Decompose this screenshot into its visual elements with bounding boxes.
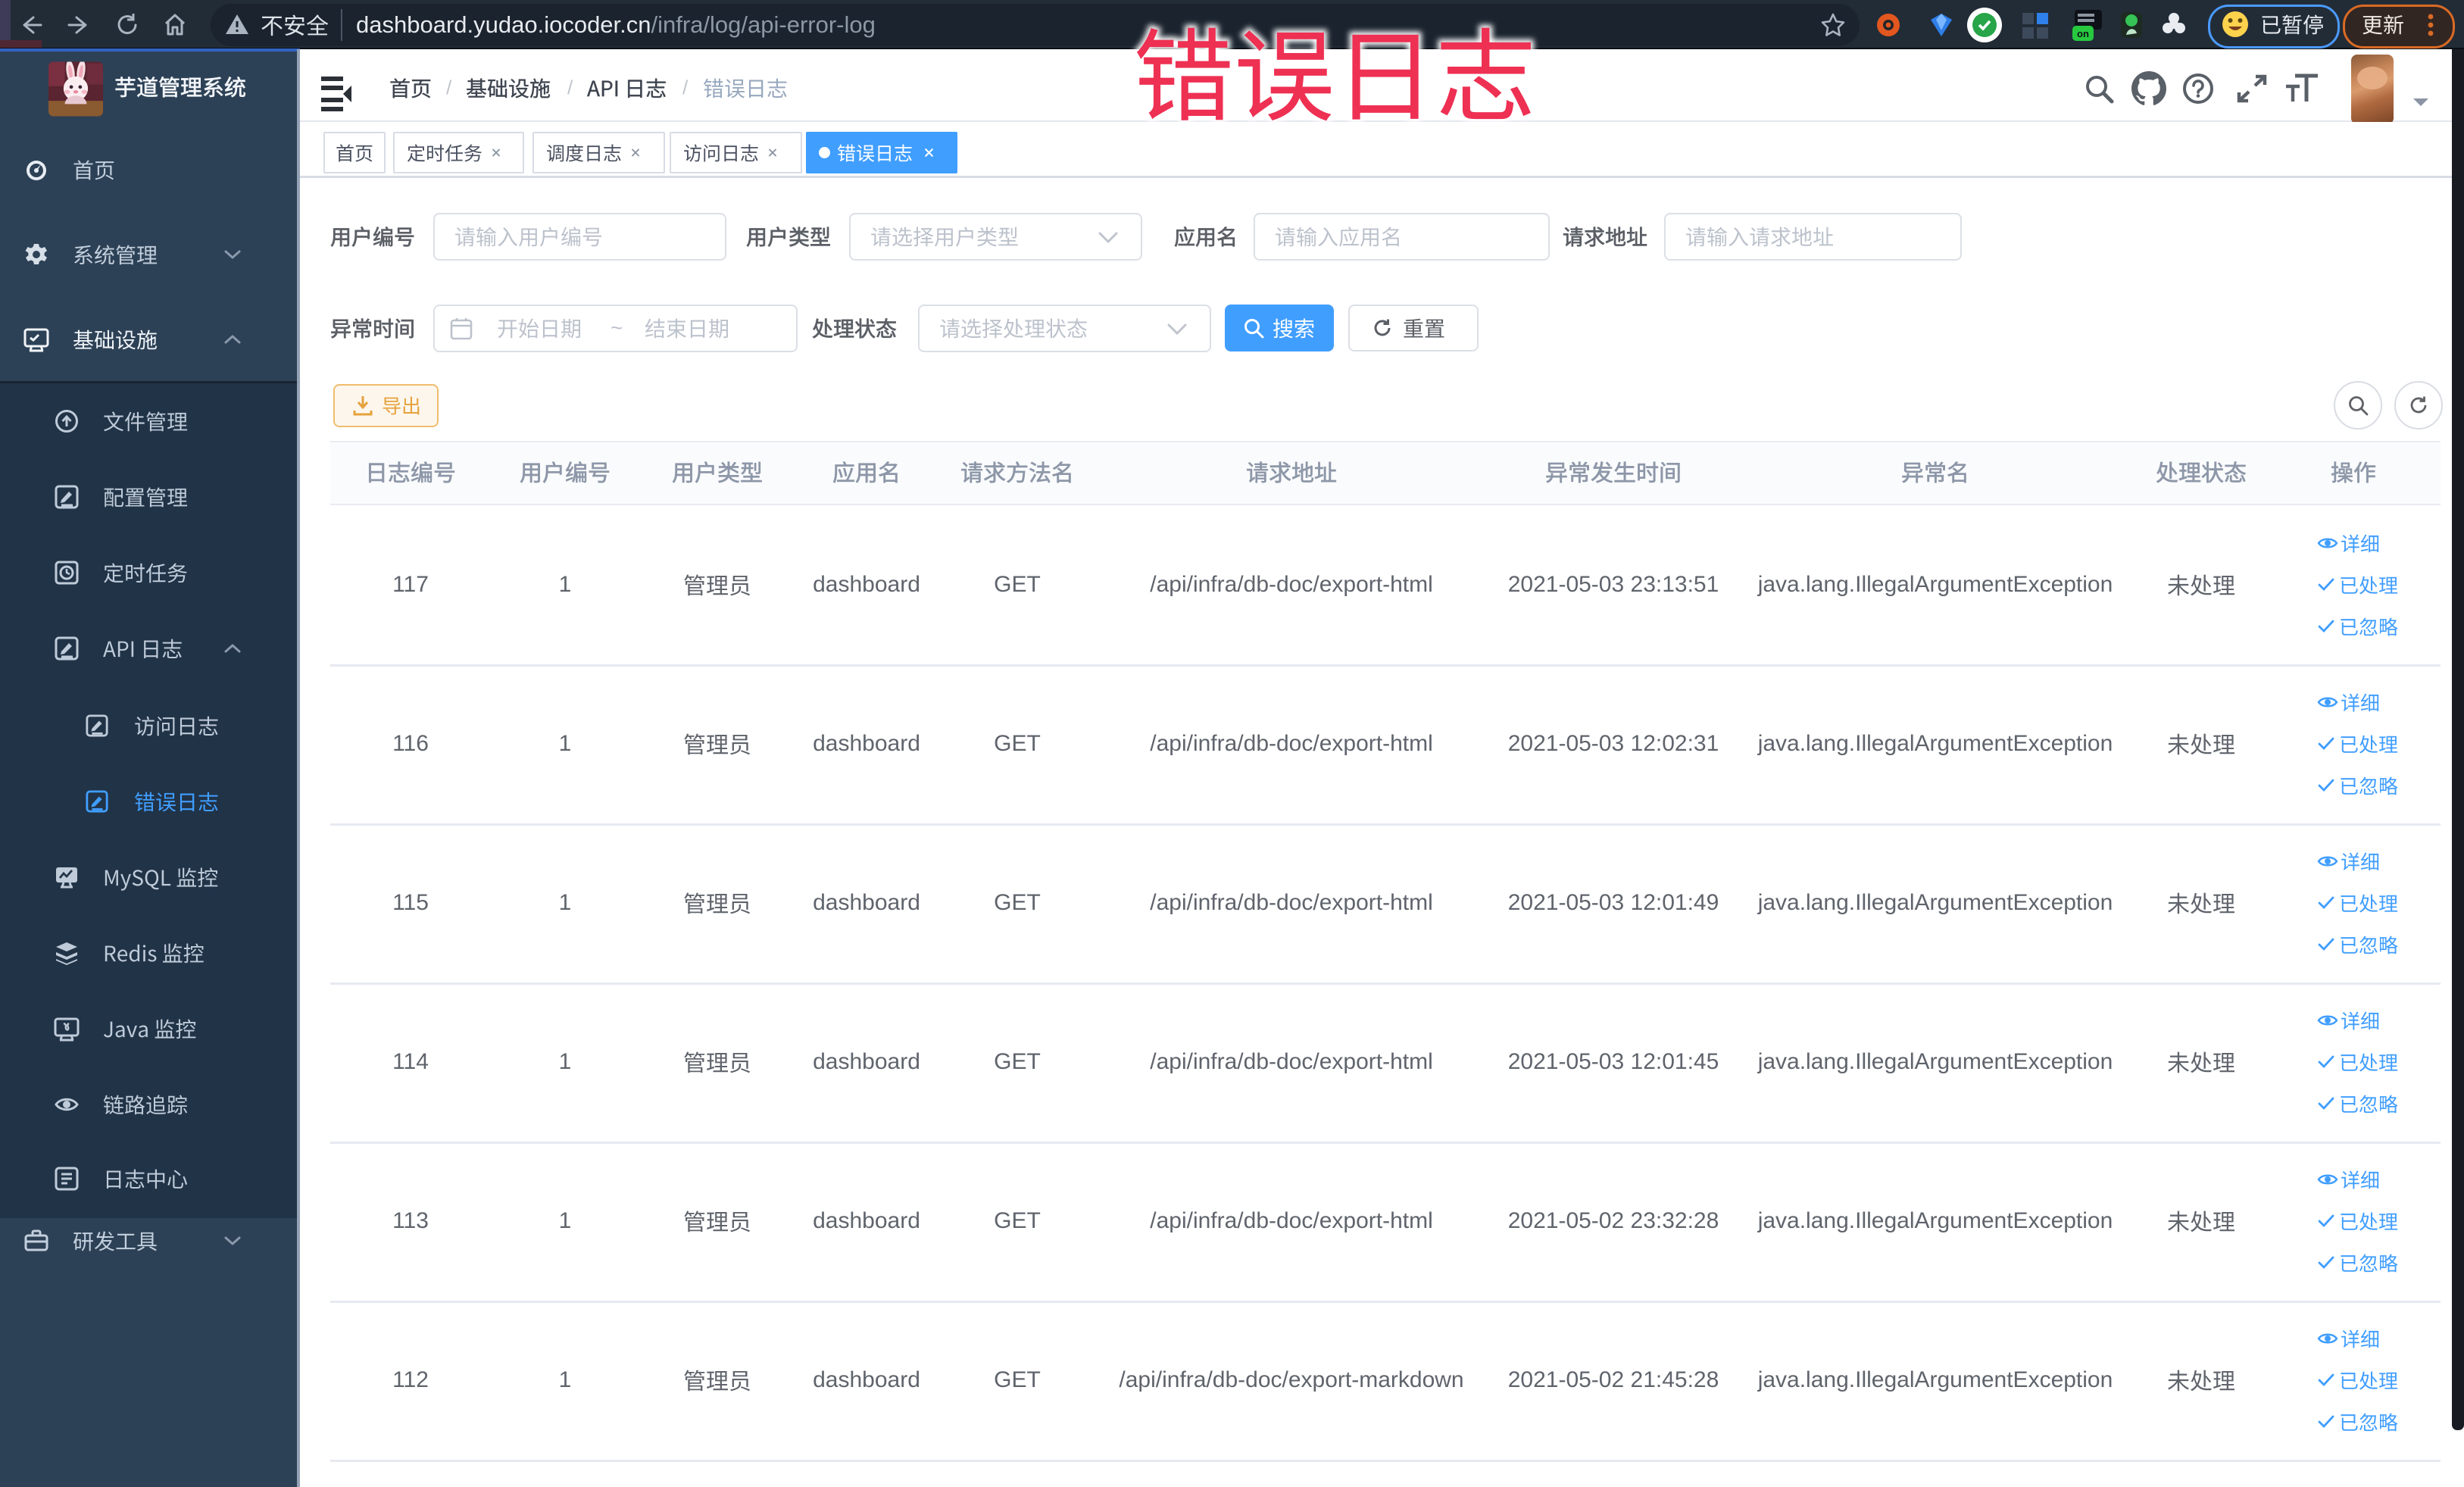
- svg-text:on: on: [2077, 28, 2089, 39]
